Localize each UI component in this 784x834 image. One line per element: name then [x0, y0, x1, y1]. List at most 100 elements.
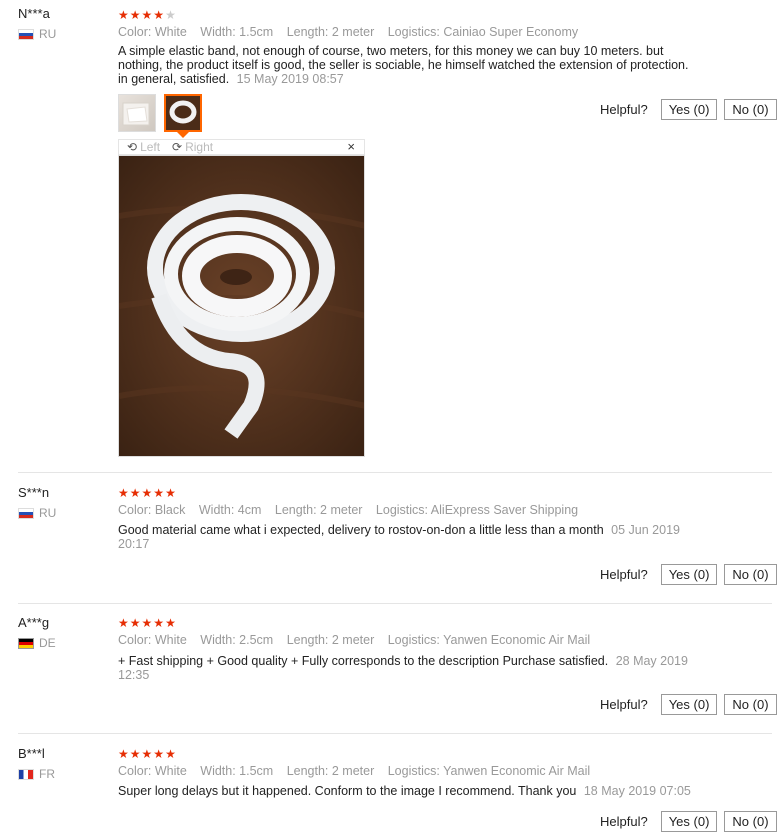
- color-info: Color: White: [118, 764, 187, 778]
- order-info: Color: White Width: 2.5cm Length: 2 mete…: [118, 633, 600, 647]
- star-rating: ★★★★★: [118, 616, 177, 630]
- rotate-left-button[interactable]: ⟲ Left: [127, 140, 160, 154]
- photo-viewer-toolbar: ⟲ Left ⟳ Right ×: [118, 139, 365, 155]
- helpful-label: Helpful?: [600, 814, 648, 829]
- helpful-yes-button[interactable]: Yes (0): [660, 99, 718, 120]
- star-rating: ★★★★★: [118, 747, 177, 761]
- star-icon: ★: [153, 8, 166, 22]
- color-info: Color: White: [118, 25, 187, 39]
- length-info: Length: 2 meter: [274, 503, 363, 517]
- reviewer-country: FR: [18, 767, 55, 781]
- length-info: Length: 2 meter: [286, 25, 375, 39]
- star-icon: ★: [118, 747, 130, 761]
- germany-flag-icon: [18, 637, 34, 649]
- helpful-label: Helpful?: [600, 102, 648, 117]
- close-icon[interactable]: ×: [347, 139, 355, 154]
- color-info: Color: Black: [118, 503, 186, 517]
- review-body: Super long delays but it happened. Confo…: [118, 784, 577, 798]
- width-info: Width: 1.5cm: [200, 764, 274, 778]
- star-rating: ★★★★★: [118, 486, 177, 500]
- reviewer-country: DE: [18, 636, 56, 650]
- review-text: A simple elastic band, not enough of cou…: [118, 44, 698, 86]
- logistics-info: Logistics: Cainiao Super Economy: [387, 25, 579, 39]
- review-divider: [18, 472, 772, 473]
- star-icon: ★: [118, 8, 130, 22]
- width-info: Width: 4cm: [198, 503, 262, 517]
- rotate-left-icon: ⟲: [127, 140, 138, 154]
- review-photo-thumbnail[interactable]: [118, 94, 156, 132]
- reviewer-name: S***n: [18, 485, 50, 500]
- rotate-left-label: Left: [140, 140, 161, 154]
- helpful-no-button[interactable]: No (0): [724, 811, 777, 832]
- length-info: Length: 2 meter: [286, 633, 375, 647]
- review-body: Good material came what i expected, deli…: [118, 523, 604, 537]
- reviewer-country: RU: [18, 506, 56, 520]
- helpful-label: Helpful?: [600, 697, 648, 712]
- russia-flag-icon: [18, 28, 34, 40]
- reviewer-country: RU: [18, 27, 56, 41]
- helpful-no-button[interactable]: No (0): [724, 99, 777, 120]
- review-date: 18 May 2019 07:05: [583, 784, 691, 798]
- review-text: + Fast shipping + Good quality + Fully c…: [118, 654, 688, 682]
- star-icon: ★: [118, 486, 130, 500]
- logistics-info: Logistics: Yanwen Economic Air Mail: [387, 633, 591, 647]
- review-date: 15 May 2019 08:57: [236, 72, 344, 86]
- rotate-right-label: Right: [185, 140, 214, 154]
- helpful-label: Helpful?: [600, 567, 648, 582]
- star-icon: ★: [141, 486, 154, 500]
- star-rating: ★★★★★: [118, 8, 177, 22]
- star-icon: ★: [165, 486, 177, 500]
- country-code: RU: [39, 27, 57, 41]
- helpful-yes-button[interactable]: Yes (0): [660, 694, 718, 715]
- rotate-right-button[interactable]: ⟳ Right: [172, 140, 213, 154]
- review-body: A simple elastic band, not enough of cou…: [118, 44, 689, 86]
- star-icon: ★: [129, 747, 142, 761]
- logistics-info: Logistics: Yanwen Economic Air Mail: [387, 764, 591, 778]
- reviewer-name: N***a: [18, 6, 50, 21]
- photo-thumbnail-image: [122, 102, 150, 126]
- order-info: Color: Black Width: 4cm Length: 2 meter …: [118, 503, 588, 517]
- photo-thumbnail-image: [169, 100, 197, 124]
- review-divider: [18, 603, 772, 604]
- france-flag-icon: [18, 768, 34, 780]
- reviewer-name: B***l: [18, 746, 45, 761]
- helpful-yes-button[interactable]: Yes (0): [660, 564, 718, 585]
- star-icon: ★: [118, 616, 130, 630]
- review-photo-thumbnail-active[interactable]: [164, 94, 202, 132]
- logistics-info: Logistics: AliExpress Saver Shipping: [375, 503, 579, 517]
- helpful-vote: Helpful? Yes (0) No (0): [600, 564, 777, 585]
- star-icon: ★: [129, 8, 142, 22]
- length-info: Length: 2 meter: [286, 764, 375, 778]
- review-photo-large: [118, 155, 365, 457]
- reviewer-name: A***g: [18, 615, 50, 630]
- helpful-vote: Helpful? Yes (0) No (0): [600, 811, 777, 832]
- color-info: Color: White: [118, 633, 187, 647]
- width-info: Width: 1.5cm: [200, 25, 274, 39]
- russia-flag-icon: [18, 507, 34, 519]
- review-divider: [18, 733, 772, 734]
- country-code: FR: [39, 767, 55, 781]
- review-text: Super long delays but it happened. Confo…: [118, 784, 738, 798]
- star-icon: ★: [141, 8, 154, 22]
- star-icon: ★: [141, 747, 154, 761]
- star-icon: ★: [153, 747, 166, 761]
- review-body: + Fast shipping + Good quality + Fully c…: [118, 654, 609, 668]
- helpful-vote: Helpful? Yes (0) No (0): [600, 694, 777, 715]
- star-icon: ★: [153, 486, 166, 500]
- helpful-yes-button[interactable]: Yes (0): [660, 811, 718, 832]
- star-empty-icon: ★: [165, 8, 177, 22]
- star-icon: ★: [129, 486, 142, 500]
- helpful-vote: Helpful? Yes (0) No (0): [600, 99, 777, 120]
- helpful-no-button[interactable]: No (0): [724, 564, 777, 585]
- star-icon: ★: [165, 747, 177, 761]
- elastic-band-photo: [119, 156, 364, 456]
- country-code: RU: [39, 506, 57, 520]
- order-info: Color: White Width: 1.5cm Length: 2 mete…: [118, 25, 588, 39]
- rotate-right-icon: ⟳: [172, 140, 183, 154]
- star-icon: ★: [141, 616, 154, 630]
- order-info: Color: White Width: 1.5cm Length: 2 mete…: [118, 764, 600, 778]
- star-icon: ★: [165, 616, 177, 630]
- star-icon: ★: [129, 616, 142, 630]
- active-thumbnail-pointer: [177, 132, 189, 138]
- helpful-no-button[interactable]: No (0): [724, 694, 777, 715]
